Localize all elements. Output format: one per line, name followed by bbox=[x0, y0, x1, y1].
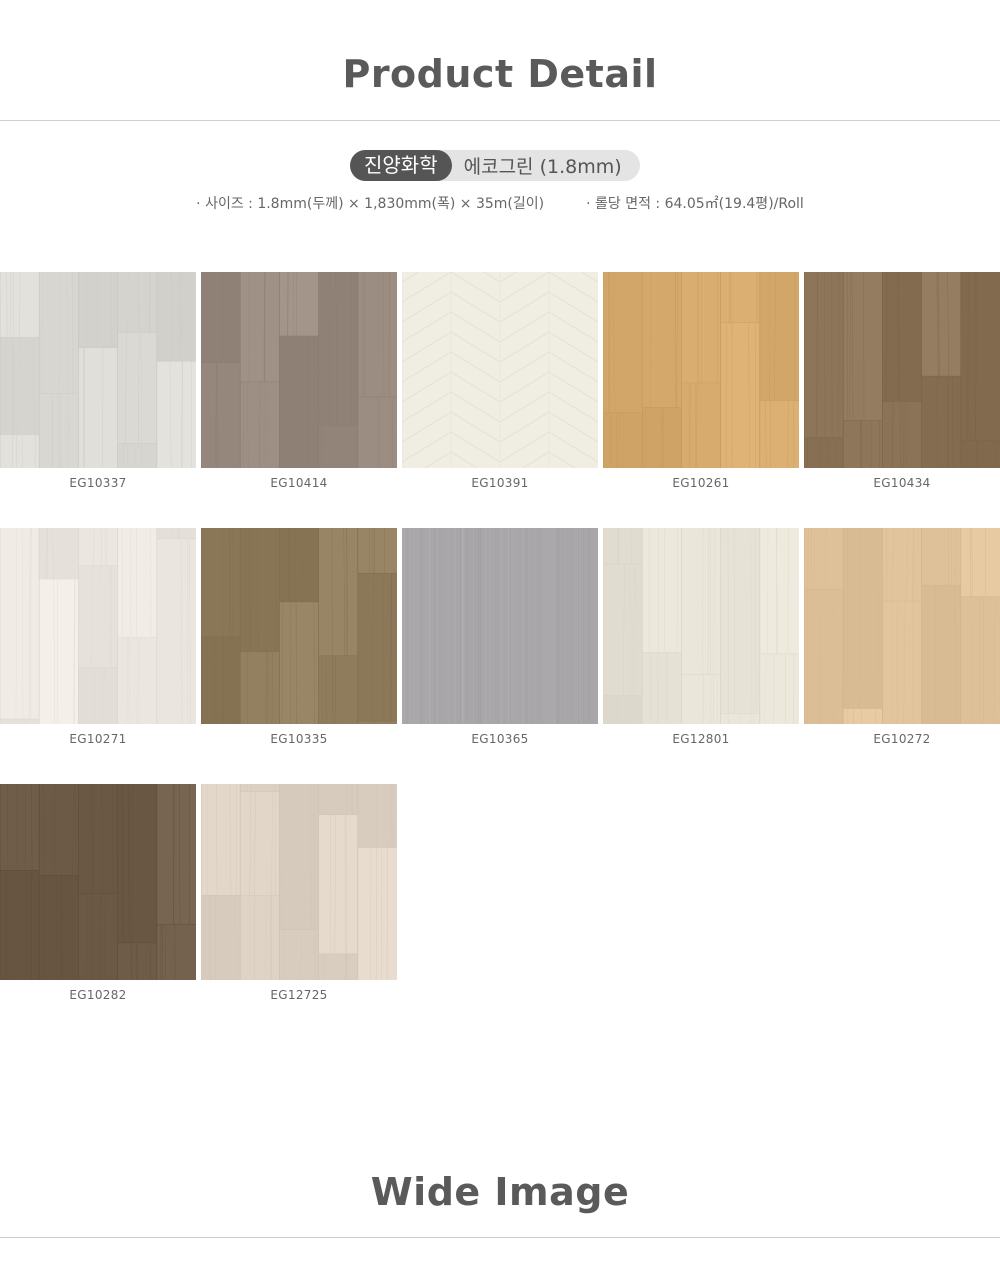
product-code-label: EG12725 bbox=[270, 988, 328, 1002]
product-code-label: EG10282 bbox=[69, 988, 127, 1002]
swatch-texture bbox=[0, 272, 196, 468]
spec-area: · 롤당 면적 : 64.05㎡(19.4평)/Roll bbox=[586, 196, 804, 212]
wide-image-divider bbox=[0, 1237, 1000, 1238]
swatch-texture bbox=[201, 784, 397, 980]
product-swatch-eg10261[interactable] bbox=[603, 272, 799, 468]
product-code-label: EG10337 bbox=[69, 476, 127, 490]
product-code-label: EG10272 bbox=[873, 732, 931, 746]
product-code-label: EG10335 bbox=[270, 732, 328, 746]
product-code-label: EG10434 bbox=[873, 476, 931, 490]
product-detail-divider bbox=[0, 120, 1000, 121]
swatch-texture bbox=[804, 272, 1000, 468]
wide-image-title: Wide Image bbox=[370, 1170, 630, 1214]
swatch-texture bbox=[0, 784, 196, 980]
product-swatch-eg10337[interactable] bbox=[0, 272, 196, 468]
product-swatch-eg10272[interactable] bbox=[804, 528, 1000, 724]
spec-size: · 사이즈 : 1.8mm(두께) × 1,830mm(폭) × 35m(길이) bbox=[196, 196, 545, 212]
product-swatch-eg10414[interactable] bbox=[201, 272, 397, 468]
swatch-texture bbox=[603, 272, 799, 468]
swatch-texture bbox=[201, 272, 397, 468]
swatch-texture bbox=[402, 528, 598, 724]
product-detail-title: Product Detail bbox=[342, 52, 658, 96]
swatch-texture bbox=[201, 528, 397, 724]
product-swatch-eg12725[interactable] bbox=[201, 784, 397, 980]
product-swatch-eg10434[interactable] bbox=[804, 272, 1000, 468]
brand-badge: 진양화학 에코그린 (1.8mm) bbox=[350, 150, 640, 181]
product-code-label: EG10365 bbox=[471, 732, 529, 746]
product-code-label: EG10414 bbox=[270, 476, 328, 490]
product-code-label: EG12801 bbox=[672, 732, 730, 746]
product-swatch-eg10365[interactable] bbox=[402, 528, 598, 724]
product-swatch-eg10335[interactable] bbox=[201, 528, 397, 724]
brand-maker: 진양화학 bbox=[350, 150, 452, 181]
spec-line: · 사이즈 : 1.8mm(두께) × 1,830mm(폭) × 35m(길이)… bbox=[0, 193, 1000, 213]
product-swatch-eg12801[interactable] bbox=[603, 528, 799, 724]
product-swatch-eg10271[interactable] bbox=[0, 528, 196, 724]
swatch-texture bbox=[402, 272, 598, 468]
swatch-texture bbox=[603, 528, 799, 724]
product-code-label: EG10271 bbox=[69, 732, 127, 746]
swatch-texture bbox=[804, 528, 1000, 724]
brand-product: 에코그린 (1.8mm) bbox=[463, 156, 622, 178]
product-code-label: EG10261 bbox=[672, 476, 730, 490]
product-code-label: EG10391 bbox=[471, 476, 529, 490]
product-swatch-eg10282[interactable] bbox=[0, 784, 196, 980]
product-swatch-eg10391[interactable] bbox=[402, 272, 598, 468]
swatch-texture bbox=[0, 528, 196, 724]
